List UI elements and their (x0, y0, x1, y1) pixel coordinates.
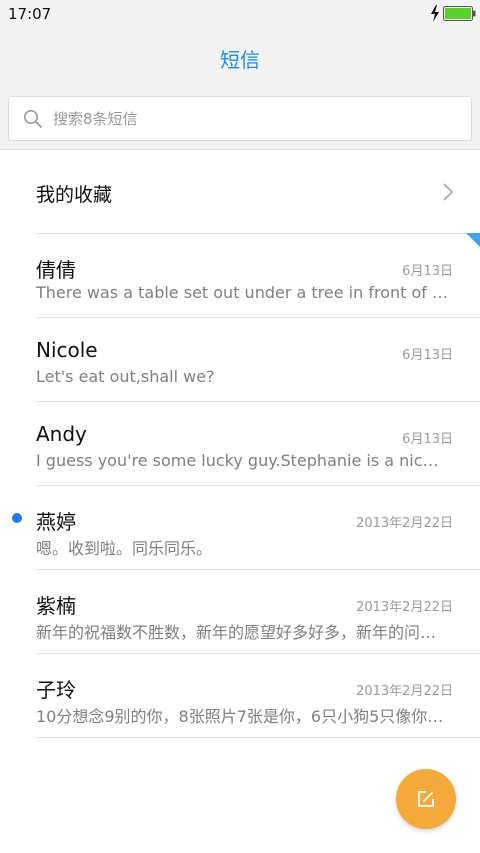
chevron-right-icon (443, 183, 454, 201)
message-date: 2013年2月22日 (356, 516, 453, 531)
contact-name: 紫楠 (36, 594, 76, 618)
conversation-item[interactable]: 燕婷 2013年2月22日 嗯。收到啦。同乐同乐。 (0, 486, 480, 570)
compose-icon (418, 791, 434, 807)
message-preview: I guess you're some lucky guy.Stephanie … (36, 451, 448, 470)
app-header: 17:07 短信 (0, 0, 480, 150)
conversation-item[interactable]: Nicole 6月13日 Let's eat out,shall we? (0, 318, 480, 402)
unread-indicator (12, 513, 22, 523)
contact-name: 子玲 (36, 678, 76, 702)
contact-name: 燕婷 (36, 510, 76, 534)
status-bar: 17:07 (0, 0, 480, 28)
message-preview: Let's eat out,shall we? (36, 367, 215, 386)
status-time: 17:07 (8, 5, 52, 23)
message-date: 6月13日 (402, 264, 453, 279)
message-date: 6月13日 (402, 432, 453, 447)
conversation-item[interactable]: Andy 6月13日 I guess you're some lucky guy… (0, 402, 480, 486)
contact-name: Nicole (36, 338, 98, 362)
divider (36, 737, 480, 738)
message-preview: 嗯。收到啦。同乐同乐。 (36, 539, 213, 558)
favorites-row[interactable]: 我的收藏 (0, 150, 480, 234)
message-date: 6月13日 (402, 348, 453, 363)
compose-button[interactable] (396, 769, 456, 829)
charging-icon (431, 5, 439, 22)
conversation-item[interactable]: 子玲 2013年2月22日 10分想念9别的你，8张照片7张是你，6只小狗5只像… (0, 654, 480, 738)
message-preview: There was a table set out under a tree i… (36, 283, 448, 302)
contact-name: Andy (36, 422, 87, 446)
search-icon (24, 110, 42, 128)
search-bar[interactable] (8, 96, 472, 141)
contact-name: 倩倩 (36, 258, 76, 282)
message-preview: 10分想念9别的你，8张照片7张是你，6只小狗5只像你，4季思念 (36, 707, 448, 726)
conversation-item[interactable]: 紫楠 2013年2月22日 新年的祝福数不胜数，新年的愿望好多好多，新年的问候送… (0, 570, 480, 654)
message-preview: 新年的祝福数不胜数，新年的愿望好多好多，新年的问候送给你 (36, 623, 448, 642)
message-date: 2013年2月22日 (356, 684, 453, 699)
battery-icon (443, 6, 476, 21)
page-title: 短信 (220, 48, 260, 72)
search-input[interactable] (53, 97, 453, 140)
message-date: 2013年2月22日 (356, 600, 453, 615)
conversation-item[interactable]: 倩倩 6月13日 There was a table set out under… (0, 234, 480, 318)
favorites-label: 我的收藏 (36, 184, 113, 206)
